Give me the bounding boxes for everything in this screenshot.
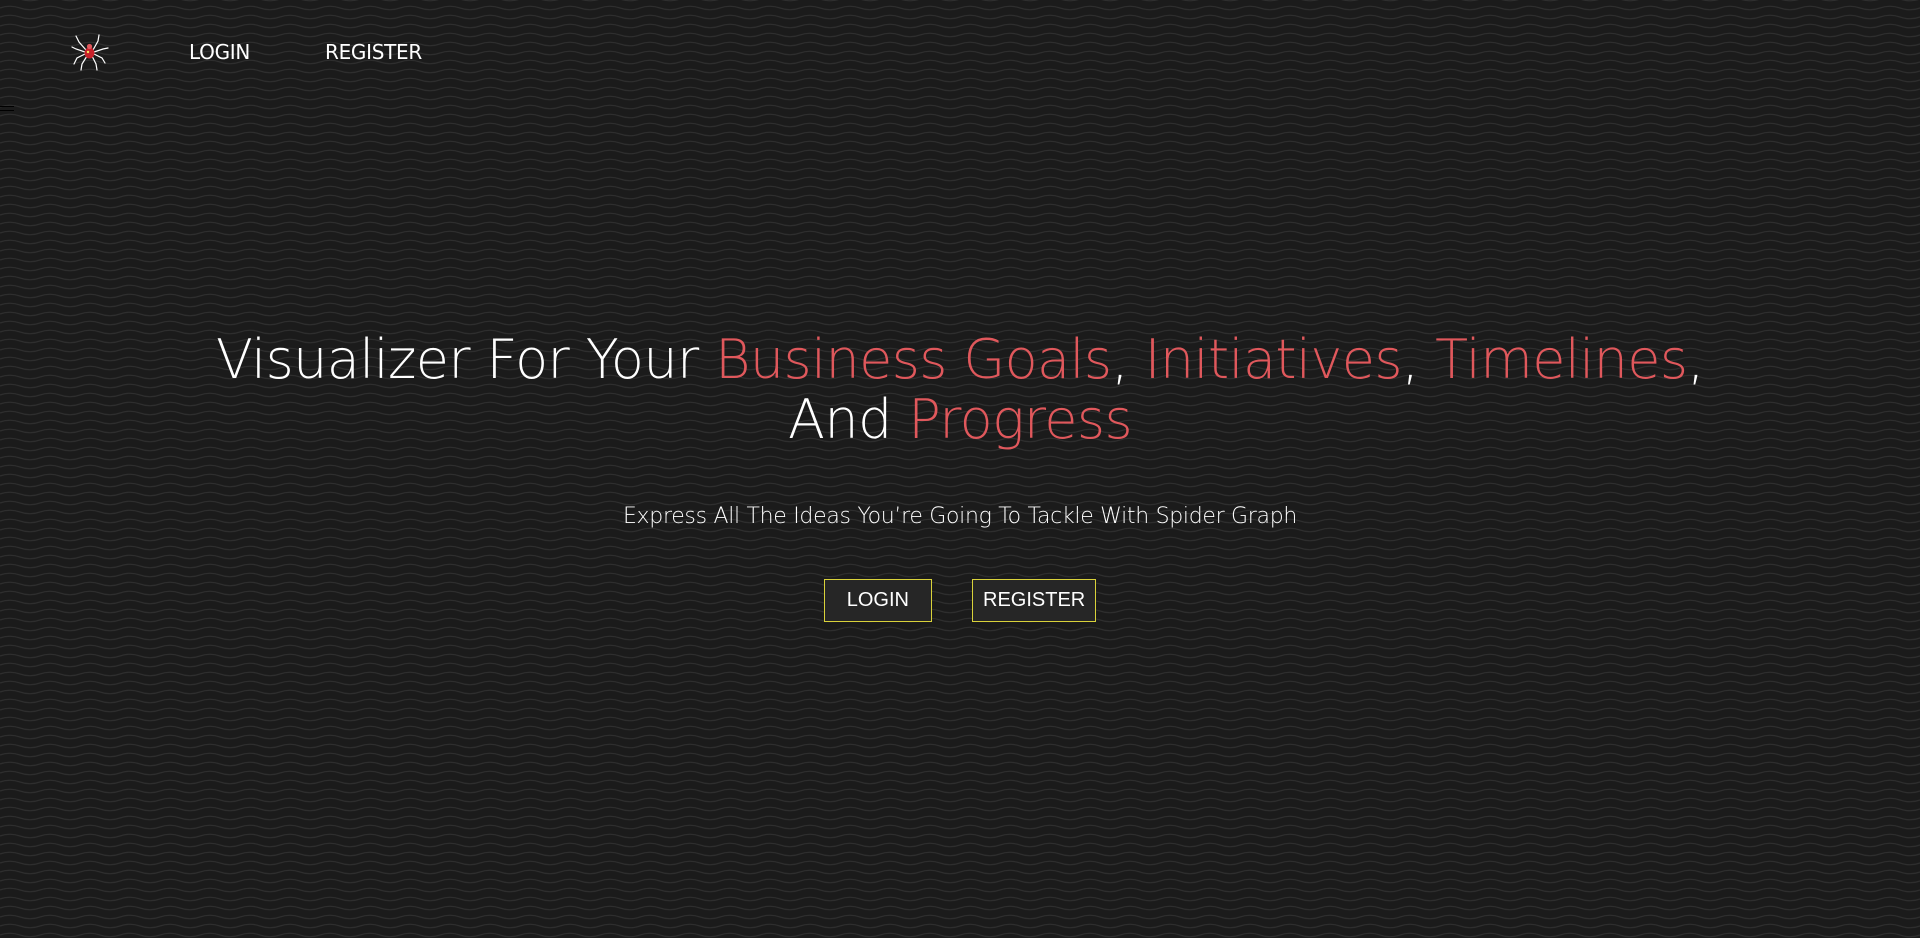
headline-accent-initiatives: Initiatives — [1144, 328, 1403, 391]
wave-line — [0, 842, 1920, 848]
wave-line — [0, 104, 1920, 110]
wave-line — [0, 833, 1920, 839]
wave-line — [0, 887, 1920, 893]
wave-line — [0, 221, 1920, 227]
wave-line — [0, 311, 1920, 317]
wave-line — [0, 896, 1920, 902]
wave-line — [0, 797, 1920, 803]
headline-separator: , — [1111, 328, 1145, 391]
wave-line — [0, 671, 1920, 677]
wave-line — [0, 158, 1920, 164]
wave-line — [0, 302, 1920, 308]
wave-line — [0, 734, 1920, 740]
wave-line — [0, 275, 1920, 281]
wave-line — [0, 806, 1920, 812]
wave-line — [0, 194, 1920, 200]
wave-line — [0, 815, 1920, 821]
wave-line — [0, 689, 1920, 695]
wave-line — [0, 851, 1920, 857]
wave-line — [0, 743, 1920, 749]
wave-line — [0, 716, 1920, 722]
wave-line — [0, 680, 1920, 686]
wave-line — [0, 626, 1920, 632]
hero-button-row: LOGIN REGISTER — [0, 579, 1920, 622]
hamburger-icon[interactable] — [0, 106, 14, 116]
headline-text: And — [788, 388, 909, 451]
wave-line — [0, 770, 1920, 776]
hero-register-button[interactable]: REGISTER — [972, 579, 1097, 622]
hero-headline: Visualizer For Your Business Goals, Init… — [0, 330, 1920, 450]
wave-line — [0, 248, 1920, 254]
wave-line — [0, 644, 1920, 650]
wave-line — [0, 923, 1920, 929]
wave-line — [0, 122, 1920, 128]
wave-line — [0, 698, 1920, 704]
wave-line — [0, 113, 1920, 119]
hamburger-line — [0, 110, 14, 111]
wave-line — [0, 212, 1920, 218]
headline-text: Visualizer For Your — [216, 328, 716, 391]
wave-line — [0, 932, 1920, 938]
wave-line — [0, 176, 1920, 182]
wave-line — [0, 725, 1920, 731]
wave-line — [0, 266, 1920, 272]
wave-line — [0, 914, 1920, 920]
wave-line — [0, 167, 1920, 173]
wave-line — [0, 752, 1920, 758]
wave-line — [0, 788, 1920, 794]
wave-line — [0, 869, 1920, 875]
headline-separator: , — [1687, 328, 1704, 391]
wave-line — [0, 131, 1920, 137]
wave-line — [0, 761, 1920, 767]
spider-icon[interactable] — [70, 32, 110, 72]
wave-line — [0, 860, 1920, 866]
wave-line — [0, 653, 1920, 659]
hero-subtitle: Express All The Ideas You’re Going To Ta… — [622, 504, 1298, 529]
wave-line — [0, 662, 1920, 668]
wave-line — [0, 230, 1920, 236]
wave-line — [0, 149, 1920, 155]
wave-line — [0, 239, 1920, 245]
wave-line — [0, 635, 1920, 641]
wave-line — [0, 905, 1920, 911]
wave-line — [0, 140, 1920, 146]
hero-section: Visualizer For Your Business Goals, Init… — [0, 330, 1920, 622]
nav-login-link[interactable]: LOGIN — [189, 40, 250, 64]
wave-line — [0, 707, 1920, 713]
wave-line — [0, 779, 1920, 785]
wave-line — [0, 257, 1920, 263]
wave-line — [0, 878, 1920, 884]
headline-separator: , — [1401, 328, 1436, 391]
top-navigation: LOGIN REGISTER — [0, 0, 1920, 111]
nav-register-link[interactable]: REGISTER — [325, 40, 422, 64]
hero-login-button[interactable]: LOGIN — [823, 579, 932, 622]
wave-line — [0, 824, 1920, 830]
wave-line — [0, 203, 1920, 209]
wave-line — [0, 293, 1920, 299]
headline-accent-timelines: Timelines — [1435, 328, 1688, 391]
headline-accent-progress: Progress — [908, 388, 1132, 451]
headline-accent-business-goals: Business Goals — [715, 328, 1112, 391]
hamburger-line — [0, 106, 14, 107]
wave-line — [0, 185, 1920, 191]
wave-line — [0, 320, 1920, 326]
wave-line — [0, 284, 1920, 290]
